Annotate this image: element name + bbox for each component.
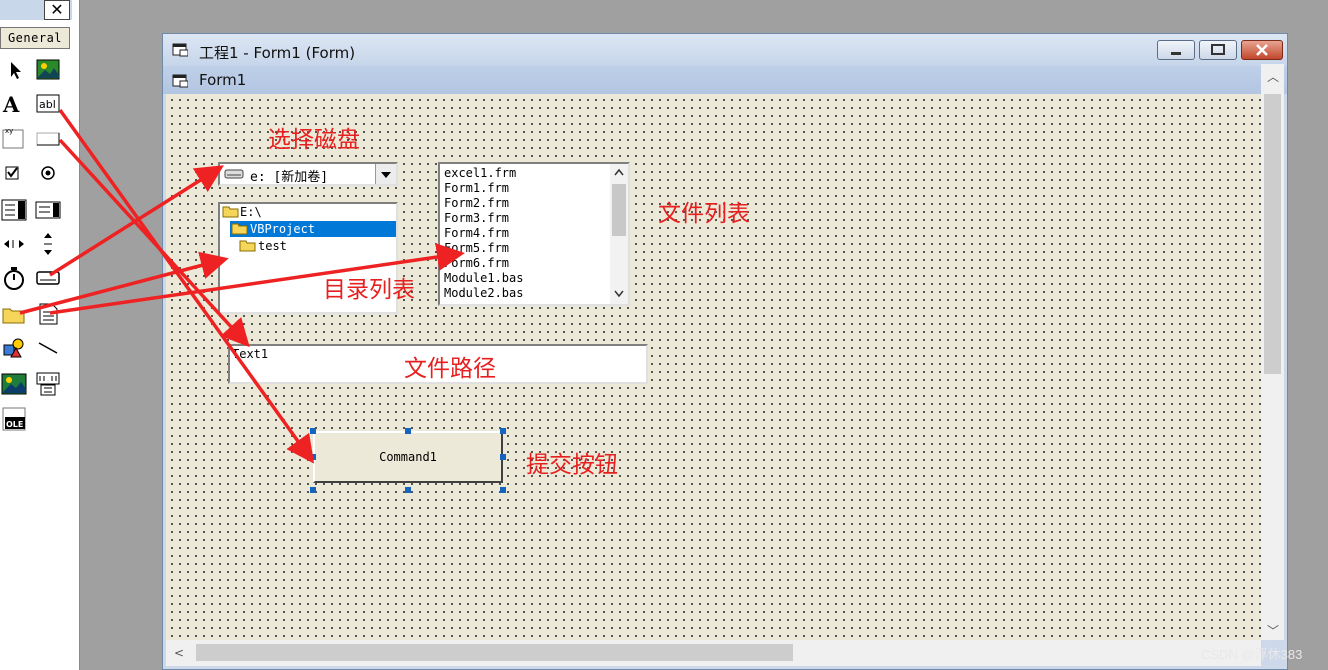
annotation-dir-list: 目录列表 (323, 277, 415, 303)
textbox-tool-icon[interactable]: abl (35, 91, 61, 117)
svg-text:OLE: OLE (6, 420, 23, 429)
commandbutton-tool-icon[interactable] (35, 125, 61, 151)
vertical-scrollbar[interactable]: ︿ ﹀ (1261, 64, 1284, 640)
drive-icon (224, 169, 244, 179)
file-item[interactable]: Module1.bas (444, 271, 523, 286)
timer-tool-icon[interactable] (1, 265, 27, 291)
file-item[interactable]: Form6.frm (444, 256, 523, 271)
dir-item-label: VBProject (250, 222, 316, 236)
annotation-file-path: 文件路径 (404, 356, 496, 382)
dir-item-label: E:\ (240, 205, 262, 219)
form-window-icon (172, 43, 188, 57)
resize-handle[interactable] (500, 454, 506, 460)
checkbox-tool-icon[interactable] (1, 160, 27, 186)
form-icon (172, 74, 188, 88)
line-tool-icon[interactable] (35, 335, 61, 361)
combobox-tool-icon[interactable] (1, 197, 27, 223)
drivelistbox-tool-icon[interactable] (35, 265, 61, 291)
dropdown-arrow-icon[interactable] (375, 164, 396, 184)
label-tool-icon[interactable]: A (1, 91, 27, 117)
drive-value: e: [新加卷] (250, 170, 329, 185)
dirlistbox-tool-icon[interactable] (1, 301, 27, 327)
svg-text:xy: xy (5, 127, 13, 135)
form-design-canvas[interactable]: e: [新加卷] E:\ VBProject test excel1.frm F… (166, 94, 1261, 640)
file-item[interactable]: excel1.frm (444, 166, 523, 181)
toolbox-close-button[interactable]: ✕ (44, 0, 70, 20)
file-item[interactable]: Form2.frm (444, 196, 523, 211)
file-item[interactable]: Form3.frm (444, 211, 523, 226)
folder-open-icon (222, 206, 239, 218)
window-titlebar[interactable]: 工程1 - Form1 (Form) (163, 34, 1287, 66)
scroll-down-icon[interactable]: ﹀ (1267, 622, 1279, 639)
annotation-submit-button: 提交按钮 (526, 452, 618, 478)
file-item[interactable]: Form5.frm (444, 241, 523, 256)
form-caption-bar: Form1 (163, 66, 1287, 94)
toolbox-tab-general[interactable]: General (0, 27, 70, 49)
scroll-left-icon[interactable]: < (174, 646, 184, 660)
resize-handle[interactable] (310, 428, 316, 434)
annotation-select-drive: 选择磁盘 (268, 127, 360, 153)
hscrollbar-tool-icon[interactable] (1, 231, 27, 257)
file-item[interactable]: Form1.frm (444, 181, 523, 196)
picturebox-tool-icon[interactable] (35, 57, 61, 83)
svg-text:A: A (2, 92, 20, 117)
window-title: 工程1 - Form1 (Form) (199, 44, 356, 62)
file-list-scrollbar[interactable] (610, 164, 628, 304)
resize-handle[interactable] (405, 428, 411, 434)
form-caption: Form1 (199, 71, 247, 89)
optionbutton-tool-icon[interactable] (35, 160, 61, 186)
folder-open-icon (231, 223, 248, 235)
textbox-value: Text1 (232, 347, 269, 361)
drive-listbox[interactable]: e: [新加卷] (218, 162, 398, 186)
frame-tool-icon[interactable]: xy (1, 125, 27, 151)
ole-tool-icon[interactable]: OLE (1, 406, 27, 432)
maximize-button[interactable] (1199, 40, 1237, 60)
pointer-tool-icon[interactable] (1, 57, 27, 83)
annotation-file-list: 文件列表 (658, 201, 750, 227)
dir-item-label: test (258, 239, 287, 253)
vscrollbar-tool-icon[interactable] (35, 231, 61, 257)
file-item[interactable]: Form4.frm (444, 226, 523, 241)
data-tool-icon[interactable] (35, 371, 61, 397)
form-designer-window: 工程1 - Form1 (Form) Form1 e: [新加卷] E:\ VB… (162, 33, 1288, 670)
close-button[interactable] (1241, 40, 1283, 60)
listbox-tool-icon[interactable] (35, 197, 61, 223)
file-listbox[interactable]: excel1.frm Form1.frm Form2.frm Form3.frm… (438, 162, 630, 306)
file-item[interactable]: Module2.bas (444, 286, 523, 301)
dir-item-root[interactable]: E:\ (222, 204, 262, 220)
dir-item-selected[interactable]: VBProject (230, 221, 396, 237)
toolbox-panel: ✕ General A abl xy OLE (0, 0, 80, 670)
svg-text:abl: abl (39, 98, 56, 111)
dir-item[interactable]: test (238, 238, 287, 254)
resize-handle[interactable] (310, 454, 316, 460)
resize-handle[interactable] (310, 487, 316, 493)
scroll-up-icon[interactable]: ︿ (1267, 68, 1279, 85)
resize-handle[interactable] (500, 428, 506, 434)
vertical-scroll-thumb[interactable] (1264, 94, 1281, 374)
minimize-button[interactable] (1157, 40, 1195, 60)
resize-handle[interactable] (405, 487, 411, 493)
file-list-items: excel1.frm Form1.frm Form2.frm Form3.frm… (444, 166, 523, 301)
horizontal-scrollbar[interactable]: < (166, 640, 1261, 666)
command-button[interactable]: Command1 (313, 431, 503, 483)
horizontal-scroll-thumb[interactable] (196, 644, 793, 661)
shape-tool-icon[interactable] (1, 335, 27, 361)
image-tool-icon[interactable] (1, 371, 27, 397)
watermark: CSDN @浮休383 (1201, 647, 1303, 662)
resize-handle[interactable] (500, 487, 506, 493)
filelistbox-tool-icon[interactable] (35, 301, 61, 327)
folder-icon (239, 240, 256, 252)
